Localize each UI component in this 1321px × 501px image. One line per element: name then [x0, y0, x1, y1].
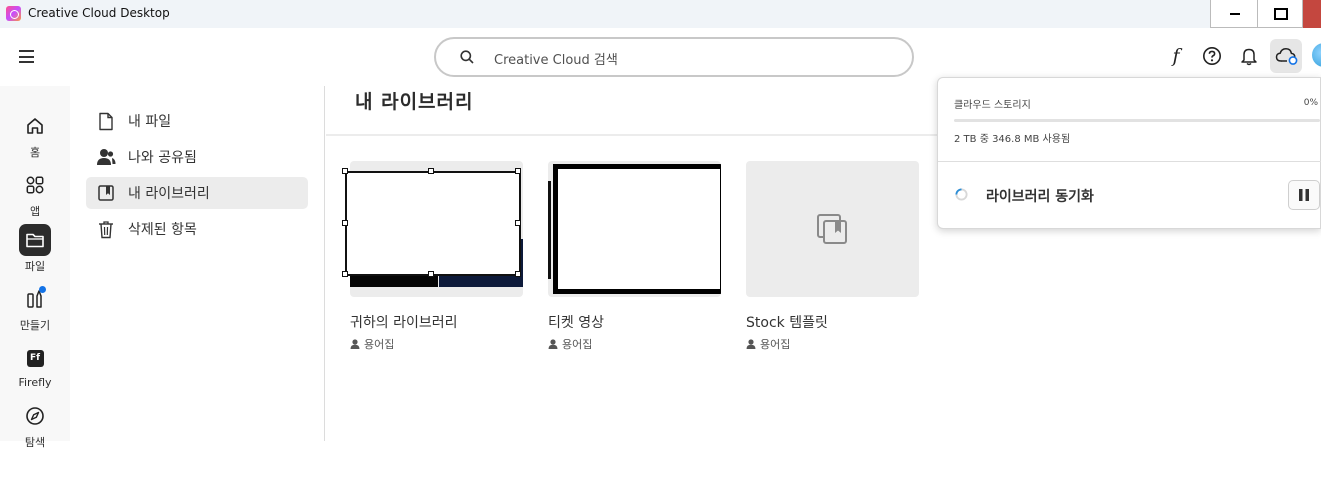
rail-label: 파일 [24, 260, 46, 273]
library-owner-name: 용어집 [364, 338, 395, 351]
library-thumbnail[interactable] [746, 161, 919, 297]
resize-handle[interactable] [515, 168, 521, 174]
rail-item-firefly[interactable]: Ff Firefly [0, 342, 70, 389]
folder-icon [19, 224, 51, 256]
subnav-item-my-libraries[interactable]: 내 라이브러리 [86, 177, 308, 209]
fonts-icon[interactable]: f [1164, 44, 1188, 68]
menu-icon[interactable] [19, 50, 34, 63]
resize-handle[interactable] [342, 271, 348, 277]
rail-item-discover[interactable]: 탐색 [0, 400, 70, 450]
library-icon [96, 183, 116, 203]
library-name: 귀하의 라이브러리 [350, 315, 458, 331]
rail-label: Firefly [18, 376, 52, 389]
window-title: Creative Cloud Desktop [28, 6, 170, 20]
cloud-storage-popover: 클라우드 스토리지 0% 2 TB 중 346.8 MB 사용됨 라이브러리 동… [937, 77, 1321, 229]
creative-cloud-logo-icon [6, 6, 21, 21]
library-thumbnail[interactable] [548, 161, 721, 297]
library-name: Stock 템플릿 [746, 315, 828, 331]
library-owner-name: 용어집 [562, 338, 593, 351]
subnav-label: 삭제된 항목 [128, 222, 197, 238]
pause-icon [1299, 189, 1309, 201]
subnav-label: 내 라이브러리 [128, 186, 210, 202]
create-icon [19, 283, 51, 315]
resize-handle[interactable] [342, 168, 348, 174]
rail-item-create[interactable]: 만들기 [0, 283, 70, 333]
selection-frame [345, 171, 521, 276]
resize-handle[interactable] [515, 271, 521, 277]
subnav-item-shared[interactable]: 나와 공유됨 [86, 141, 308, 173]
discover-icon [19, 400, 51, 432]
subnav-item-my-files[interactable]: 내 파일 [86, 105, 308, 137]
subnav-item-deleted[interactable]: 삭제된 항목 [86, 213, 308, 245]
user-icon [548, 339, 558, 349]
rail-item-home[interactable]: 홈 [0, 110, 70, 160]
storage-progress-bar [954, 119, 1320, 122]
rail-item-apps[interactable]: 앱 [0, 169, 70, 219]
shared-user-icon [96, 147, 116, 167]
trash-icon [96, 219, 116, 239]
files-subnav: 내 파일 나와 공유됨 내 라이브러리 삭제된 항목 [70, 86, 325, 441]
subnav-label: 나와 공유됨 [128, 150, 197, 166]
close-button[interactable] [1303, 0, 1321, 28]
storage-percent: 0% [1303, 98, 1318, 108]
notification-dot [39, 286, 46, 293]
storage-usage: 2 TB 중 346.8 MB 사용됨 [954, 134, 1071, 145]
rail-item-files[interactable]: 파일 [0, 224, 70, 274]
library-name: 티켓 영상 [548, 315, 604, 331]
maximize-button[interactable] [1258, 0, 1303, 28]
apps-icon [19, 169, 51, 201]
firefly-badge: Ff [26, 349, 44, 367]
divider [938, 161, 1321, 162]
avatar[interactable] [1312, 43, 1321, 67]
minimize-button[interactable] [1210, 0, 1258, 28]
window-titlebar: Creative Cloud Desktop [0, 0, 1321, 28]
page-title: 내 라이브러리 [355, 91, 474, 113]
storage-title: 클라우드 스토리지 [954, 100, 1031, 111]
rail-label: 앱 [29, 205, 41, 218]
library-owner-name: 용어집 [760, 338, 791, 351]
resize-handle[interactable] [515, 220, 521, 226]
firefly-icon: Ff [19, 342, 51, 374]
library-placeholder-icon [817, 214, 847, 244]
cloud-storage-button[interactable] [1270, 39, 1302, 73]
resize-handle[interactable] [342, 220, 348, 226]
help-icon[interactable] [1200, 44, 1224, 68]
search-icon [460, 50, 474, 64]
rail-label: 탐색 [24, 436, 46, 449]
search-input[interactable]: Creative Cloud 검색 [434, 37, 914, 77]
cloud-sync-icon [1275, 48, 1298, 65]
library-owner: 용어집 [746, 336, 790, 352]
user-icon [350, 339, 360, 349]
library-owner: 용어집 [350, 336, 394, 352]
search-placeholder: Creative Cloud 검색 [494, 53, 618, 68]
pause-sync-button[interactable] [1288, 180, 1320, 210]
resize-handle[interactable] [428, 271, 434, 277]
file-icon [96, 111, 116, 131]
sync-spinner-icon [955, 188, 968, 201]
rail-label: 만들기 [19, 319, 51, 332]
subnav-label: 내 파일 [128, 114, 172, 130]
sync-status-label: 라이브러리 동기화 [986, 189, 1094, 205]
left-rail: 홈 앱 파일 만들기 Ff Firefly 탐색 [0, 86, 70, 449]
rail-label: 홈 [29, 146, 41, 159]
library-owner: 용어집 [548, 336, 592, 352]
notification-bell-icon[interactable] [1237, 44, 1261, 68]
user-icon [746, 339, 756, 349]
home-icon [19, 110, 51, 142]
resize-handle[interactable] [428, 168, 434, 174]
